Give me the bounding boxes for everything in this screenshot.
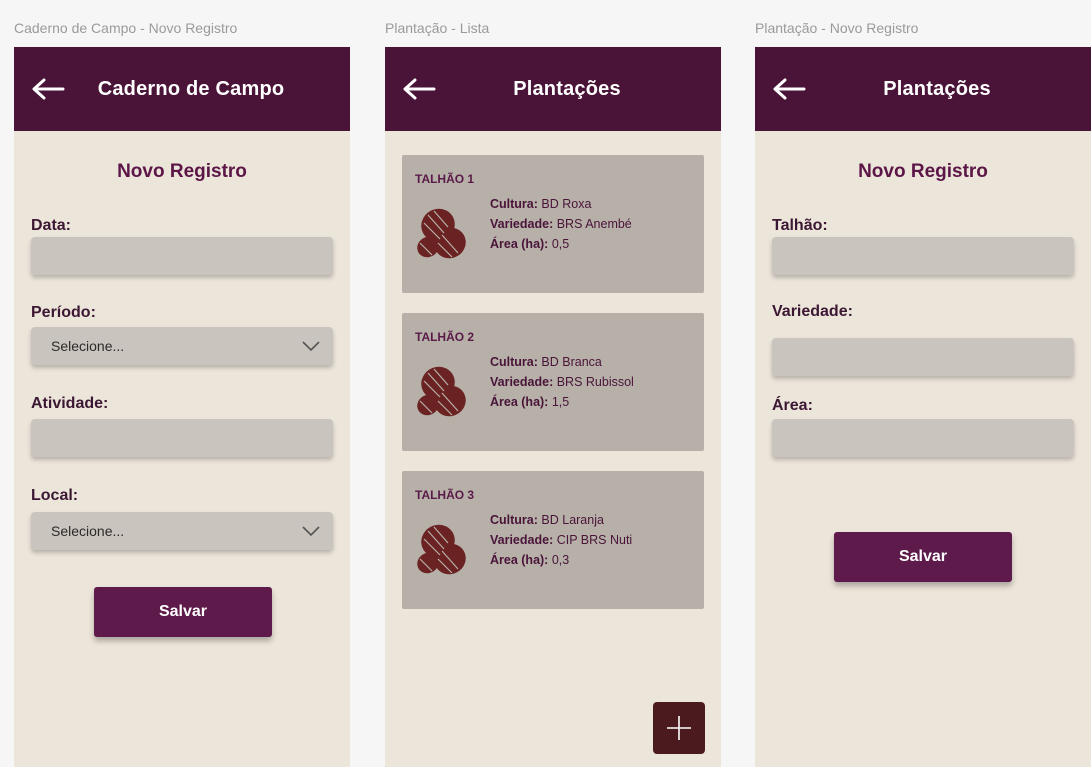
arrow-left-icon (32, 78, 65, 100)
talhao-name: TALHÃO 3 (415, 488, 475, 502)
app-bar: Plantações (385, 47, 721, 131)
variedade-value: BRS Rubissol (556, 375, 634, 389)
talhao-info: Cultura: BD Roxa Variedade: BRS Anembé Á… (490, 194, 632, 254)
frame-label-novo: Plantação - Novo Registro (755, 20, 919, 36)
talhao-card[interactable]: TALHÃO 1 Cultura: BD Roxa Variedade: BRS… (402, 155, 704, 293)
arrow-left-icon (773, 78, 806, 100)
data-field[interactable] (31, 237, 333, 275)
local-select-value: Selecione... (51, 523, 125, 539)
cultura-label: Cultura: (490, 513, 538, 527)
screen-caderno-de-campo: Caderno de Campo Novo Registro Data: Per… (14, 47, 350, 767)
app-bar: Caderno de Campo (14, 47, 350, 131)
talhao-card[interactable]: TALHÃO 2 Cultura: BD Branca Variedade: B… (402, 313, 704, 451)
area-label: Área (ha): (490, 237, 549, 251)
section-title: Novo Registro (117, 161, 247, 182)
area-label: Área (ha): (490, 395, 549, 409)
local-select[interactable]: Selecione... (31, 512, 333, 550)
seed-icon (417, 208, 466, 259)
talhao-label: Talhão: (772, 217, 828, 234)
chevron-down-icon (302, 341, 320, 352)
cultura-value: BD Roxa (541, 197, 592, 211)
data-label: Data: (31, 217, 72, 234)
periodo-select[interactable]: Selecione... (31, 327, 333, 365)
back-button[interactable] (30, 73, 66, 105)
area-label: Área: (772, 397, 813, 414)
frame-label-lista: Plantação - Lista (385, 20, 490, 36)
atividade-label: Atividade: (31, 395, 109, 412)
talhao-info: Cultura: BD Branca Variedade: BRS Rubiss… (490, 352, 634, 412)
talhao-name: TALHÃO 1 (415, 172, 475, 186)
screen-plantacoes-lista: Plantações TALHÃO 1 Cultura: BD Roxa Var… (385, 47, 721, 767)
periodo-select-value: Selecione... (51, 338, 125, 354)
app-bar: Plantações (755, 47, 1091, 131)
variedade-label: Variedade: (490, 533, 554, 547)
area-value: 0,5 (551, 237, 570, 251)
talhao-field[interactable] (772, 237, 1074, 275)
frame-label-caderno: Caderno de Campo - Novo Registro (14, 20, 238, 36)
talhao-name: TALHÃO 2 (415, 330, 475, 344)
area-value: 0,3 (551, 553, 570, 567)
variedade-label: Variedade: (490, 375, 554, 389)
add-plantacao-button[interactable] (653, 702, 705, 754)
arrow-left-icon (403, 78, 436, 100)
back-button[interactable] (771, 73, 807, 105)
save-button[interactable]: Salvar (94, 587, 272, 637)
variedade-value: CIP BRS Nuti (556, 533, 633, 547)
area-label: Área (ha): (490, 553, 549, 567)
cultura-value: BD Branca (541, 355, 602, 369)
talhao-info: Cultura: BD Laranja Variedade: CIP BRS N… (490, 510, 632, 570)
save-button[interactable]: Salvar (834, 532, 1012, 582)
variedade-field[interactable] (772, 338, 1074, 376)
seed-icon (417, 366, 466, 417)
back-button[interactable] (401, 73, 437, 105)
plus-icon (667, 716, 691, 740)
chevron-down-icon (302, 526, 320, 537)
atividade-field[interactable] (31, 419, 333, 457)
variedade-label: Variedade: (490, 217, 554, 231)
cultura-label: Cultura: (490, 197, 538, 211)
talhao-card[interactable]: TALHÃO 3 Cultura: BD Laranja Variedade: … (402, 471, 704, 609)
cultura-value: BD Laranja (541, 513, 604, 527)
periodo-label: Período: (31, 304, 96, 321)
cultura-label: Cultura: (490, 355, 538, 369)
screen-plantacoes-novo: Plantações Novo Registro Talhão: Varieda… (755, 47, 1091, 767)
area-value: 1,5 (551, 395, 570, 409)
area-field[interactable] (772, 419, 1074, 457)
section-title: Novo Registro (858, 161, 988, 182)
seed-icon (417, 524, 466, 575)
variedade-label: Variedade: (772, 303, 853, 320)
local-label: Local: (31, 487, 79, 504)
variedade-value: BRS Anembé (556, 217, 632, 231)
